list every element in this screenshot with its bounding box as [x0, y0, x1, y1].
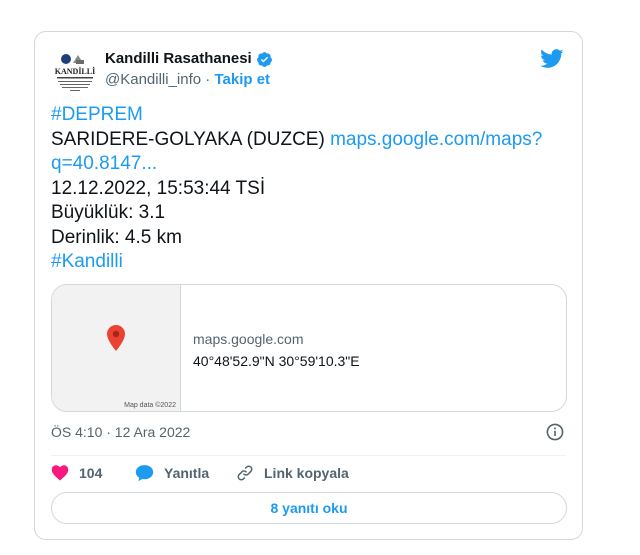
map-card-coords: 40°48'52.9"N 30°59'10.3"E — [193, 353, 360, 369]
author-avatar[interactable]: KANDİLLİ — [52, 50, 98, 96]
map-pin-icon — [107, 325, 125, 351]
tweet-timestamp[interactable]: ÖS 4:10 · 12 Ara 2022 — [51, 424, 190, 440]
magnitude-line: Büyüklük: 3.1 — [51, 202, 166, 223]
location-text: SARIDERE-GOLYAKA (DUZCE) — [51, 128, 331, 150]
depth-line: Derinlik: 4.5 km — [51, 226, 182, 248]
location-line: SARIDERE-GOLYAKA (DUZCE) maps.google.com… — [51, 128, 571, 153]
logo-wordmark: KANDİLLİ — [55, 66, 95, 76]
reply-label: Yanıtla — [164, 465, 210, 481]
link-icon — [237, 465, 253, 481]
hashtag-kandilli[interactable]: #Kandilli — [51, 250, 571, 275]
copy-link-button[interactable]: Link kopyala — [236, 464, 349, 482]
tweet-text: #DEPREM SARIDERE-GOLYAKA (DUZCE) maps.go… — [51, 103, 571, 275]
maps-link-part1[interactable]: maps.google.com/maps? — [330, 129, 542, 150]
reply-button[interactable]: Yanıtla — [135, 464, 209, 482]
reply-bubble-icon — [135, 465, 154, 482]
map-link-card[interactable]: Map data ©2022 maps.google.com 40°48'52.… — [51, 284, 567, 412]
map-thumbnail: Map data ©2022 — [52, 285, 181, 411]
datetime-line: 12.12.2022, 15:53:44 TSİ — [51, 177, 266, 199]
heart-icon — [51, 465, 69, 481]
info-icon[interactable] — [546, 423, 564, 441]
maps-link-part2[interactable]: q=40.8147... — [51, 152, 571, 177]
like-count: 104 — [79, 464, 103, 481]
follow-button[interactable]: Takip et — [214, 71, 270, 88]
author-name[interactable]: Kandilli Rasathanesi — [105, 50, 252, 67]
divider — [51, 455, 566, 456]
copy-link-label: Link kopyala — [264, 465, 349, 481]
map-card-domain: maps.google.com — [193, 331, 304, 347]
map-attribution: Map data ©2022 — [124, 402, 176, 409]
tweet-card: KANDİLLİ Kandilli Rasathanesi @Kandilli_… — [34, 31, 583, 540]
read-replies-button[interactable]: 8 yanıtı oku — [51, 492, 567, 524]
hashtag-deprem[interactable]: #DEPREM — [51, 103, 571, 128]
separator-dot: · — [205, 71, 211, 88]
twitter-bird-icon[interactable] — [540, 49, 564, 69]
verified-badge-icon — [257, 52, 272, 67]
like-button[interactable]: 104 — [51, 464, 102, 481]
author-handle[interactable]: @Kandilli_info — [105, 71, 201, 88]
author-handle-row: @Kandilli_info · Takip et — [105, 71, 270, 88]
kandilli-logo-icon: KANDİLLİ — [52, 50, 98, 96]
